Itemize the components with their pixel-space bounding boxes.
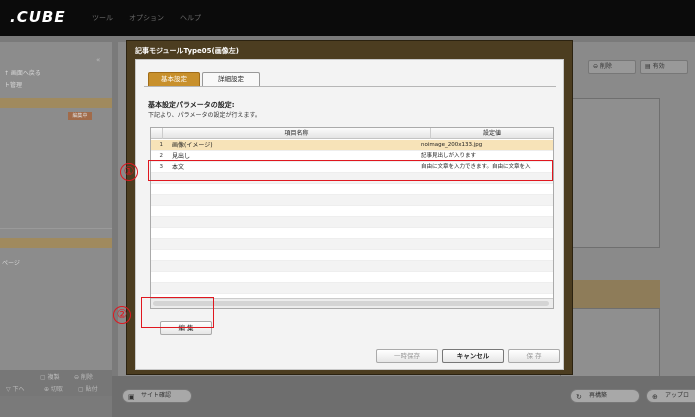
menu-tools[interactable]: ツール [92,13,113,23]
annotation-box-2 [141,297,214,328]
app-logo: .CUBE [10,8,66,26]
cut-button[interactable]: ⊕ 切取 [44,384,63,393]
management-link[interactable]: ト管理 [4,80,22,89]
annotation-callout-2: ② [113,306,131,324]
empty-row [151,228,553,239]
empty-row [151,217,553,228]
delete-button[interactable]: ⊖ 削除 [588,60,636,74]
dialog-title: 記事モジュールType05(画像左) [135,47,239,55]
right-header-bar [560,280,660,308]
paste-button[interactable]: ▢ 貼付 [78,384,98,393]
table-row[interactable]: 1 画像(イメージ) noimage_200x133.jpg [151,140,553,151]
parameter-grid: 項目名称 設定値 1 画像(イメージ) noimage_200x133.jpg … [150,127,554,309]
right-toolbar: ⊖ 削除 ▤ 有効 [556,60,695,74]
tab-divider [144,86,556,87]
monitor-icon: ▣ [128,393,135,401]
grid-header-item[interactable]: 項目名称 [163,128,431,139]
site-check-label: サイト確認 [141,392,172,399]
row-value: noimage_200x133.jpg [421,142,483,148]
section-header-bar [0,98,112,108]
empty-row [151,261,553,272]
empty-row [151,283,553,294]
panel-divider [0,228,112,229]
empty-row [151,195,553,206]
main-menu: ツール オプション ヘルプ [92,13,201,23]
upload-icon: ⊕ [652,393,658,401]
refresh-icon: ↻ [576,393,582,401]
section-description: 下記より、パラメータの設定が行えます。 [148,112,261,119]
left-panel-actions: ▢ 複製 ⊖ 削除 ▽ 下へ ⊕ 切取 ▢ 貼付 [0,370,112,396]
upload-button[interactable]: ⊕ アップロ [646,389,695,403]
copy-button[interactable]: ▢ 複製 [40,372,60,381]
tab-detail-settings[interactable]: 詳細設定 [202,72,260,86]
grid-header-value[interactable]: 設定値 [431,128,553,139]
empty-row [151,250,553,261]
grid-header: 項目名称 設定値 [151,128,553,139]
page-label: ページ [2,260,20,267]
annotation-box-1 [148,160,553,181]
upload-label: アップロ [665,392,690,399]
annotation-callout-1: ① [120,163,138,181]
top-menu-bar: .CUBE ツール オプション ヘルプ [0,0,695,36]
empty-row [151,206,553,217]
back-link[interactable]: ↑ 画面へ戻る [4,68,41,77]
menu-help[interactable]: ヘルプ [180,13,201,23]
editing-badge: 編集中 [68,112,92,120]
move-down-button[interactable]: ▽ 下へ [6,384,25,393]
right-preview-panel [560,98,660,248]
delete-button-left[interactable]: ⊖ 削除 [74,372,93,381]
rebuild-button[interactable]: ↻ 再構築 [570,389,640,403]
collapse-icon[interactable]: « [96,56,100,64]
bottom-bar: ▣ サイト確認 ↻ 再構築 ⊕ アップロ [112,376,695,417]
cancel-button[interactable]: キャンセル [442,349,504,363]
tab-basic-settings[interactable]: 基本設定 [148,72,200,86]
empty-row [151,272,553,283]
section-header-bar-2 [0,238,112,248]
temp-save-button[interactable]: 一時保存 [376,349,438,363]
left-panel: « ↑ 画面へ戻る ト管理 編集中 ページ [0,42,112,376]
save-button[interactable]: 保 存 [508,349,560,363]
rebuild-label: 再構築 [589,392,608,399]
empty-row [151,239,553,250]
row-number: 1 [159,142,164,148]
section-title: 基本設定パラメータの設定: [148,101,235,109]
valid-button[interactable]: ▤ 有効 [640,60,688,74]
site-check-button[interactable]: ▣ サイト確認 [122,389,192,403]
empty-row [151,184,553,195]
row-item-name: 画像(イメージ) [172,142,213,149]
menu-options[interactable]: オプション [129,13,164,23]
grid-header-number [151,128,163,139]
